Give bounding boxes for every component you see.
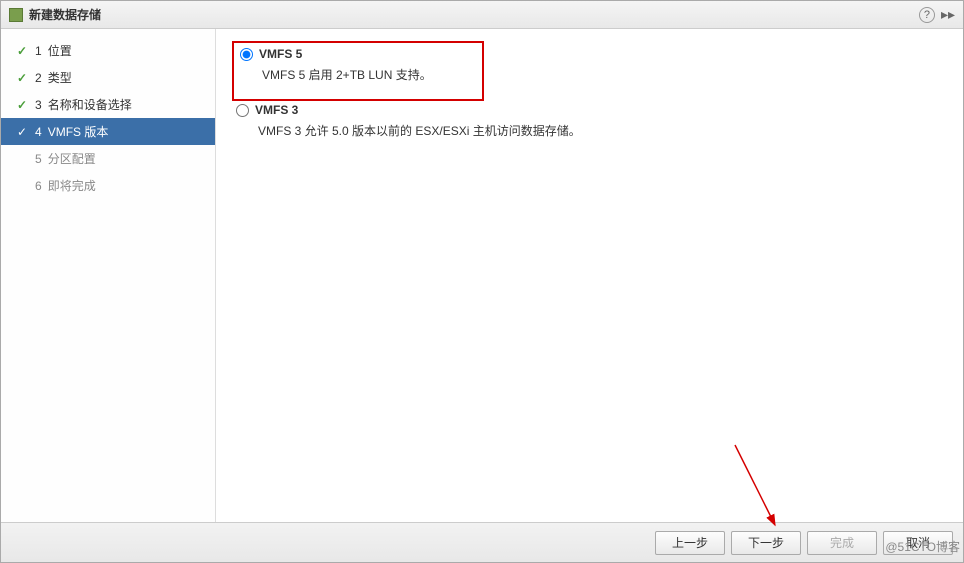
finish-button: 完成 <box>807 531 877 555</box>
step-location[interactable]: ✓ 1 位置 <box>1 37 215 64</box>
check-icon: ✓ <box>15 44 29 58</box>
option-vmfs5-desc: VMFS 5 启用 2+TB LUN 支持。 <box>236 63 480 89</box>
main-panel: VMFS 5 VMFS 5 启用 2+TB LUN 支持。 VMFS 3 VMF… <box>216 29 963 522</box>
highlight-annotation: VMFS 5 VMFS 5 启用 2+TB LUN 支持。 <box>232 41 484 101</box>
step-ready: 6 即将完成 <box>1 172 215 199</box>
step-partition: 5 分区配置 <box>1 145 215 172</box>
step-num: 6 <box>35 179 42 193</box>
wizard-steps-sidebar: ✓ 1 位置 ✓ 2 类型 ✓ 3 名称和设备选择 ✓ 4 VMFS 版本 5 <box>1 29 216 522</box>
check-icon: ✓ <box>15 125 29 139</box>
step-num: 4 <box>35 125 42 139</box>
cancel-button[interactable]: 取消 <box>883 531 953 555</box>
step-type[interactable]: ✓ 2 类型 <box>1 64 215 91</box>
option-vmfs3-label: VMFS 3 <box>255 103 298 117</box>
option-vmfs5: VMFS 5 VMFS 5 启用 2+TB LUN 支持。 <box>236 45 480 89</box>
datastore-icon <box>9 8 23 22</box>
content-area: ✓ 1 位置 ✓ 2 类型 ✓ 3 名称和设备选择 ✓ 4 VMFS 版本 5 <box>1 29 963 522</box>
step-name-device[interactable]: ✓ 3 名称和设备选择 <box>1 91 215 118</box>
step-label: 名称和设备选择 <box>48 96 207 113</box>
step-num: 2 <box>35 71 42 85</box>
option-vmfs3: VMFS 3 VMFS 3 允许 5.0 版本以前的 ESX/ESXi 主机访问… <box>232 101 947 145</box>
check-icon: ✓ <box>15 98 29 112</box>
option-vmfs5-row[interactable]: VMFS 5 <box>236 45 480 63</box>
titlebar-right: ? ▸▸ <box>919 6 955 23</box>
option-vmfs3-desc: VMFS 3 允许 5.0 版本以前的 ESX/ESXi 主机访问数据存储。 <box>232 119 947 145</box>
step-label: 类型 <box>48 69 207 86</box>
radio-vmfs5[interactable] <box>240 48 253 61</box>
step-num: 3 <box>35 98 42 112</box>
option-vmfs3-row[interactable]: VMFS 3 <box>232 101 947 119</box>
step-label: 位置 <box>48 42 207 59</box>
step-label: 分区配置 <box>48 150 207 167</box>
expand-icon[interactable]: ▸▸ <box>941 6 955 23</box>
footer-buttons: 上一步 下一步 完成 取消 <box>1 522 963 562</box>
next-button[interactable]: 下一步 <box>731 531 801 555</box>
help-icon[interactable]: ? <box>919 7 935 23</box>
titlebar-left: 新建数据存储 <box>9 6 101 23</box>
wizard-dialog: 新建数据存储 ? ▸▸ ✓ 1 位置 ✓ 2 类型 ✓ 3 名称和设备选择 <box>0 0 964 563</box>
step-num: 5 <box>35 152 42 166</box>
step-label: 即将完成 <box>48 177 207 194</box>
step-vmfs-version[interactable]: ✓ 4 VMFS 版本 <box>1 118 215 145</box>
radio-vmfs3[interactable] <box>236 104 249 117</box>
check-icon: ✓ <box>15 71 29 85</box>
step-label: VMFS 版本 <box>48 123 207 140</box>
titlebar: 新建数据存储 ? ▸▸ <box>1 1 963 29</box>
back-button[interactable]: 上一步 <box>655 531 725 555</box>
step-num: 1 <box>35 44 42 58</box>
option-vmfs5-label: VMFS 5 <box>259 47 302 61</box>
dialog-title: 新建数据存储 <box>29 6 101 23</box>
